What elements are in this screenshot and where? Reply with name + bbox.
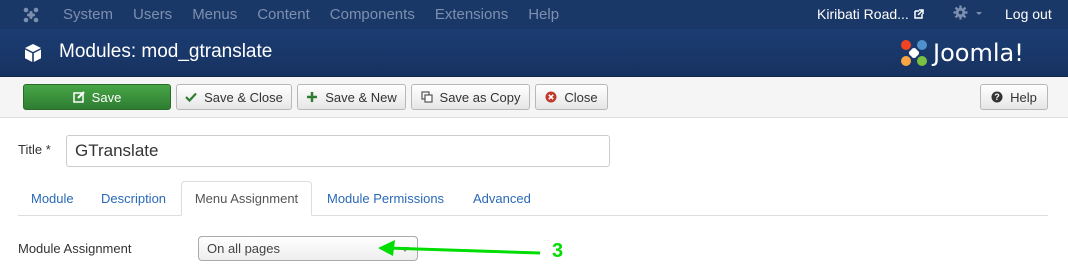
close-label: Close (564, 89, 598, 105)
save-close-button[interactable]: Save & Close (176, 84, 292, 110)
save-close-label: Save & Close (204, 89, 283, 105)
plus-icon (307, 92, 318, 102)
site-name: Kiribati Road... (817, 6, 909, 22)
tab-advanced[interactable]: Advanced (461, 181, 543, 216)
module-assignment-label: Module Assignment (18, 241, 132, 256)
save-new-button[interactable]: Save & New (297, 84, 406, 110)
save-new-label: Save & New (325, 89, 397, 105)
main-menu: System Users Menus Content Components Ex… (63, 0, 579, 29)
site-link[interactable]: Kiribati Road... (817, 6, 924, 22)
close-icon (545, 91, 557, 103)
joomla-brand-icon (901, 40, 927, 66)
tab-module-permissions[interactable]: Module Permissions (315, 181, 456, 216)
tab-menu-assignment[interactable]: Menu Assignment (181, 181, 312, 216)
module-assignment-value: On all pages (207, 241, 280, 256)
save-copy-label: Save as Copy (439, 89, 521, 105)
close-button[interactable]: Close (535, 84, 608, 110)
tab-description[interactable]: Description (89, 181, 178, 216)
logout-link[interactable]: Log out (1005, 6, 1052, 22)
edit-icon (72, 91, 85, 103)
annotation-arrow-icon (378, 240, 541, 256)
title-input[interactable] (66, 135, 610, 167)
help-label: Help (1010, 89, 1037, 105)
menu-extensions[interactable]: Extensions (435, 6, 508, 23)
top-navbar: System Users Menus Content Components Ex… (0, 0, 1068, 29)
menu-system[interactable]: System (63, 6, 113, 23)
tab-module[interactable]: Module (19, 181, 86, 216)
save-button[interactable]: Save (23, 84, 171, 110)
menu-components[interactable]: Components (330, 6, 415, 23)
menu-content[interactable]: Content (257, 6, 310, 23)
title-label: Title * (18, 142, 51, 157)
brand-name: Joomla! (933, 39, 1024, 67)
menu-menus[interactable]: Menus (192, 6, 237, 23)
annotation-number: 3 (552, 240, 564, 262)
question-icon: ? (991, 91, 1003, 103)
help-button[interactable]: ? Help (980, 84, 1048, 110)
external-link-icon (914, 9, 924, 19)
toolbar: Save Save & Close Save & New Save as Cop… (0, 77, 1068, 118)
svg-text:?: ? (994, 92, 1000, 102)
menu-users[interactable]: Users (133, 6, 172, 23)
cube-icon (25, 44, 41, 62)
joomla-brand: Joomla! (899, 36, 1049, 70)
save-label: Save (91, 89, 122, 105)
save-copy-button[interactable]: Save as Copy (411, 84, 530, 110)
joomla-logo-icon[interactable] (22, 6, 40, 24)
check-icon (185, 92, 197, 103)
page-header: Modules: mod_gtranslate Joomla! (0, 29, 1068, 77)
page-title: Modules: mod_gtranslate (59, 41, 273, 62)
gear-icon[interactable] (953, 5, 968, 20)
copy-icon (420, 91, 433, 103)
menu-help[interactable]: Help (528, 6, 559, 23)
chevron-down-icon[interactable] (976, 12, 982, 15)
